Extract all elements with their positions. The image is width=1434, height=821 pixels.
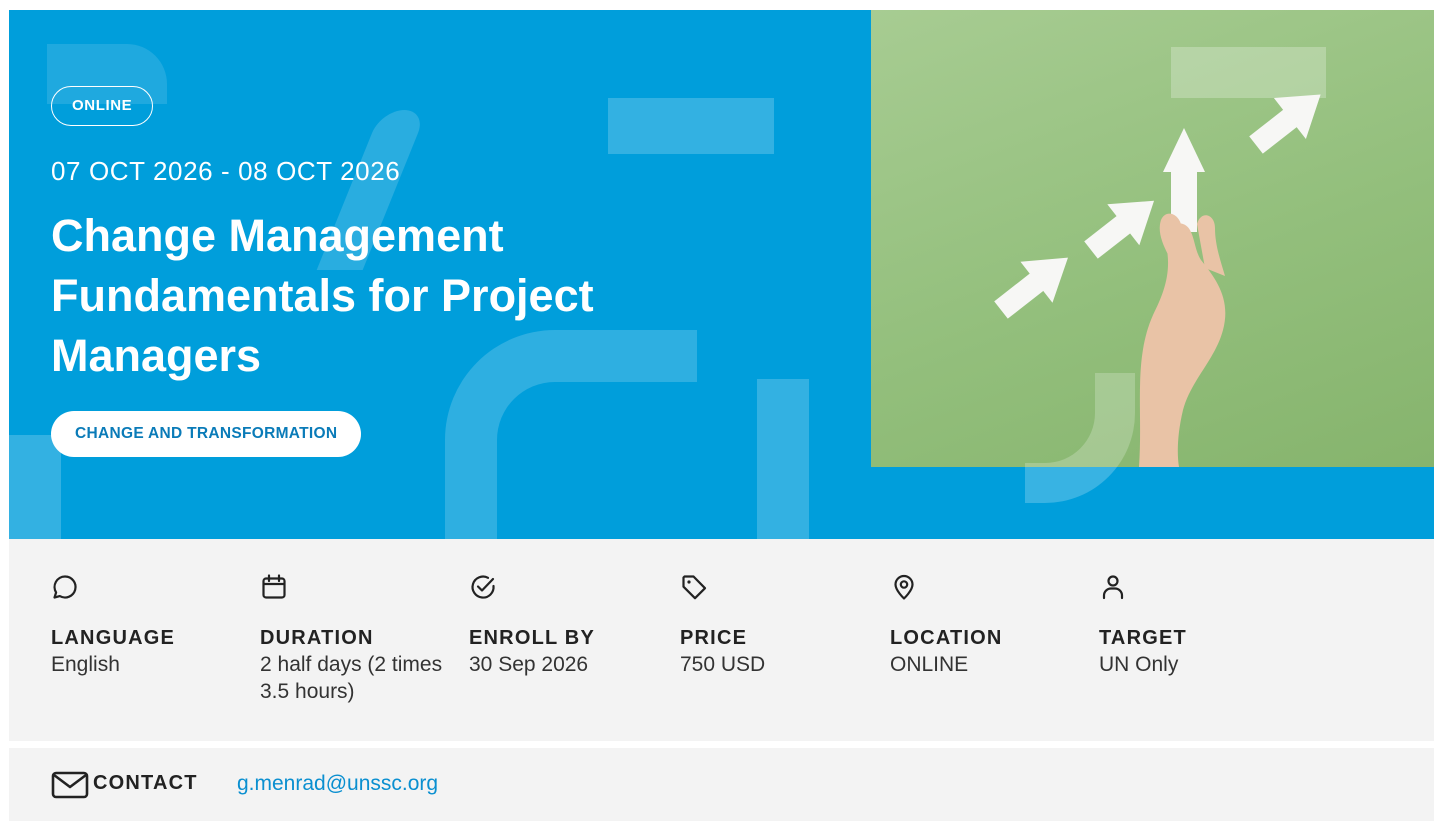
delivery-mode-badge: ONLINE <box>51 86 154 126</box>
course-dates: 07 OCT 2026 - 08 OCT 2026 <box>51 156 401 186</box>
detail-label: LANGUAGE <box>51 627 176 649</box>
course-image <box>871 10 1434 467</box>
calendar-icon <box>262 574 286 599</box>
contact-bar: CONTACT g.menrad@unssc.org <box>9 748 1434 821</box>
location-pin-icon <box>894 574 914 600</box>
detail-price: PRICE 750 USD <box>680 573 870 678</box>
detail-label: LOCATION <box>890 627 1003 649</box>
course-title: Change Management Fundamentals for Proje… <box>51 210 594 381</box>
arrows-hand-illustration <box>994 94 1321 467</box>
contact-label: CONTACT <box>93 772 198 794</box>
chat-bubble-icon <box>53 575 77 599</box>
detail-duration: DURATION 2 half days (2 times 3.5 hours) <box>260 573 450 705</box>
detail-label: PRICE <box>680 627 748 649</box>
contact-email-link[interactable]: g.menrad@unssc.org <box>237 772 438 796</box>
course-hero: ONLINE 07 OCT 2026 - 08 OCT 2026 Change … <box>9 10 1434 539</box>
detail-value: English <box>51 653 120 676</box>
detail-value: 30 Sep 2026 <box>469 653 589 676</box>
decorative-shape <box>9 435 61 539</box>
detail-value: 2 half days (2 times 3.5 hours) <box>260 653 443 703</box>
topic-tag-button[interactable]: CHANGE AND TRANSFORMATION <box>51 411 362 457</box>
detail-value: ONLINE <box>890 653 969 676</box>
detail-label: DURATION <box>260 627 374 649</box>
detail-language: LANGUAGE English <box>51 573 241 678</box>
price-tag-icon <box>682 575 707 600</box>
detail-value: UN Only <box>1099 653 1179 676</box>
detail-label: TARGET <box>1099 627 1187 649</box>
decorative-shape <box>608 98 774 154</box>
detail-label: ENROLL BY <box>469 627 595 649</box>
detail-enroll-by: ENROLL BY 30 Sep 2026 <box>469 573 659 678</box>
course-details-panel: LANGUAGE English DURATION 2 half days (2… <box>9 539 1434 741</box>
detail-target: TARGET UN Only <box>1099 573 1289 678</box>
detail-location: LOCATION ONLINE <box>890 573 1080 678</box>
user-icon <box>1102 575 1124 600</box>
check-circle-icon <box>471 575 495 599</box>
mail-icon <box>51 771 89 799</box>
decorative-shape <box>757 379 809 539</box>
detail-value: 750 USD <box>680 653 766 676</box>
